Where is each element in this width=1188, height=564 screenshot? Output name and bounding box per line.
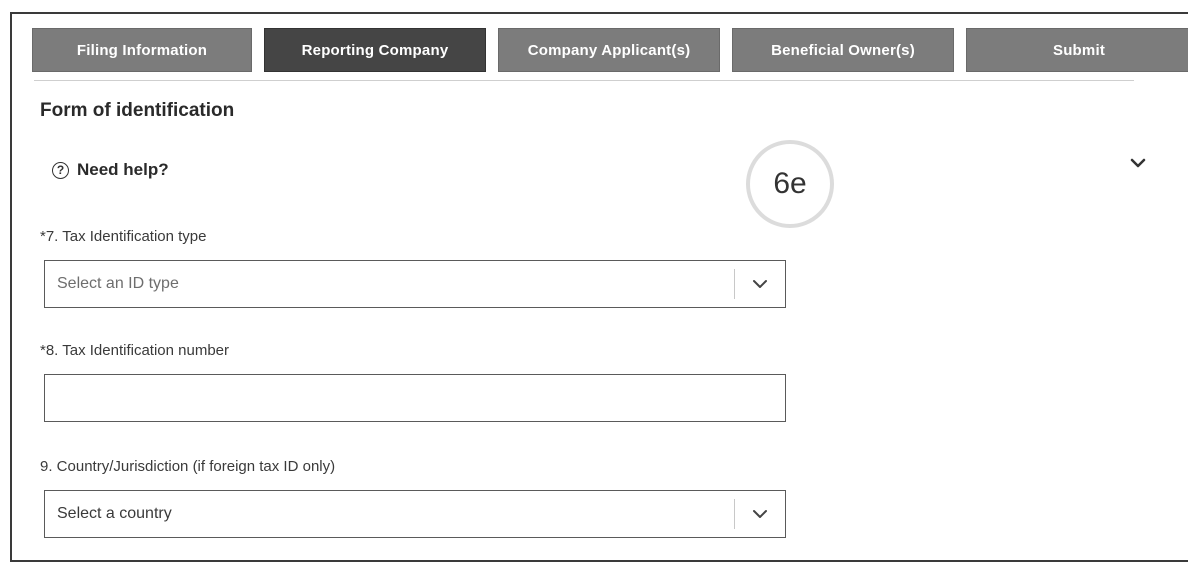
country-label: 9. Country/Jurisdiction (if foreign tax … [40, 458, 336, 475]
tax-id-type-label: *7. Tax Identification type [40, 228, 207, 245]
tax-id-type-select[interactable]: Select an ID type [44, 260, 786, 308]
select-separator [734, 499, 735, 529]
need-help-toggle[interactable]: ? Need help? [52, 160, 169, 180]
tax-id-number-input[interactable] [44, 374, 786, 422]
tab-beneficial-owners[interactable]: Beneficial Owner(s) [732, 28, 954, 72]
tax-id-number-label: *8. Tax Identification number [40, 342, 230, 359]
country-select[interactable]: Select a country [44, 490, 786, 538]
question-circle-icon: ? [52, 161, 69, 179]
need-help-label: Need help? [77, 160, 169, 179]
tax-id-type-placeholder: Select an ID type [57, 275, 179, 292]
tab-company-applicants[interactable]: Company Applicant(s) [498, 28, 720, 72]
tab-divider [34, 80, 1134, 81]
tab-filing-information[interactable]: Filing Information [32, 28, 252, 72]
select-separator [734, 269, 735, 299]
country-placeholder: Select a country [57, 505, 172, 522]
tab-reporting-company[interactable]: Reporting Company [264, 28, 486, 72]
chevron-down-icon [753, 510, 767, 518]
step-badge: 6e [746, 140, 834, 228]
tab-submit[interactable]: Submit [966, 28, 1188, 72]
chevron-down-icon[interactable] [1128, 155, 1148, 171]
chevron-down-icon [753, 280, 767, 288]
step-tabs: Filing Information Reporting Company Com… [32, 28, 1188, 72]
section-title: Form of identification [40, 100, 235, 121]
